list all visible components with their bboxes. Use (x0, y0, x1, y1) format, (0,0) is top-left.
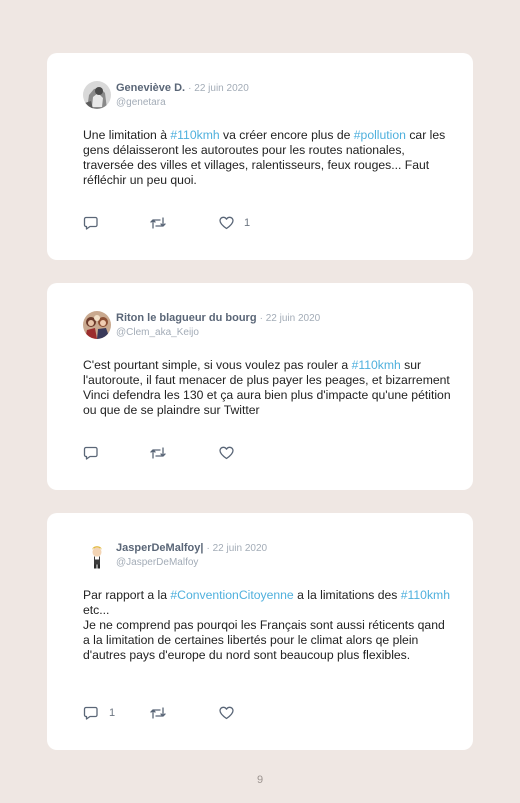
tweet-text-segment: Par rapport a la (83, 588, 171, 602)
tweet-date: · 22 juin 2020 (188, 83, 249, 94)
like-count: 1 (244, 217, 251, 229)
tweet-text: Une limitation à #110kmh va créer encore… (83, 128, 453, 188)
reply-icon (83, 705, 99, 721)
tweet-actions (83, 445, 283, 461)
reply-button[interactable] (83, 215, 109, 231)
hashtag-link[interactable]: #110kmh (401, 588, 450, 602)
tweet-text-segment: Je ne comprend pas pourqoi les Français … (83, 618, 445, 662)
tweet-card: JasperDeMalfoy| · 22 juin 2020 @JasperDe… (47, 513, 473, 750)
retweet-button[interactable] (149, 215, 167, 231)
hashtag-link[interactable]: #pollution (354, 128, 406, 142)
tweet-date: · 22 juin 2020 (206, 543, 268, 554)
tweet-text-segment: va créer encore plus de (219, 128, 354, 142)
tweet-card: Geneviève D. · 22 juin 2020 @genetara Un… (47, 53, 473, 260)
tweet-actions: 1 (83, 705, 283, 721)
avatar[interactable] (83, 81, 111, 109)
author-handle[interactable]: @JasperDeMalfoy (116, 556, 267, 569)
tweet-card: Riton le blagueur du bourg · 22 juin 202… (47, 283, 473, 490)
reply-button[interactable] (83, 445, 109, 461)
author-name[interactable]: JasperDeMalfoy (116, 542, 200, 554)
author-handle[interactable]: @Clem_aka_Keijo (116, 326, 320, 339)
reply-button[interactable]: 1 (83, 705, 115, 721)
author-handle[interactable]: @genetara (116, 96, 249, 109)
like-button[interactable] (219, 445, 244, 461)
hashtag-link[interactable]: #ConventionCitoyenne (170, 588, 293, 602)
author-suffix: | (200, 542, 204, 554)
retweet-button[interactable] (149, 445, 167, 461)
author-name[interactable]: Riton le blagueur du bourg (116, 312, 257, 324)
tweet-date: · 22 juin 2020 (259, 313, 321, 324)
retweet-button[interactable] (149, 705, 167, 721)
author-name[interactable]: Geneviève D. (116, 82, 185, 94)
reply-icon (83, 215, 99, 231)
like-button[interactable] (219, 705, 244, 721)
hashtag-link[interactable]: #110kmh (352, 358, 401, 372)
hashtag-link[interactable]: #110kmh (170, 128, 219, 142)
page-number: 9 (256, 774, 264, 786)
avatar[interactable] (83, 541, 111, 569)
tweet-text-segment: a la limitations des (293, 588, 401, 602)
retweet-icon (149, 705, 167, 721)
retweet-icon (149, 445, 167, 461)
like-icon (219, 706, 234, 720)
tweet-actions: 1 (83, 215, 283, 231)
tweet-text-segment: Une limitation à (83, 128, 171, 142)
tweet-text-segment: C'est pourtant simple, si vous voulez pa… (83, 358, 352, 372)
like-icon (219, 216, 234, 230)
retweet-icon (149, 215, 167, 231)
tweet-text: C'est pourtant simple, si vous voulez pa… (83, 358, 453, 418)
reply-count: 1 (109, 707, 116, 719)
like-button[interactable]: 1 (219, 215, 250, 231)
reply-icon (83, 445, 99, 461)
like-icon (219, 446, 234, 460)
tweet-text: Par rapport a la #ConventionCitoyenne a … (83, 588, 453, 663)
tweet-text-segment: etc... (83, 603, 110, 617)
avatar[interactable] (83, 311, 111, 339)
